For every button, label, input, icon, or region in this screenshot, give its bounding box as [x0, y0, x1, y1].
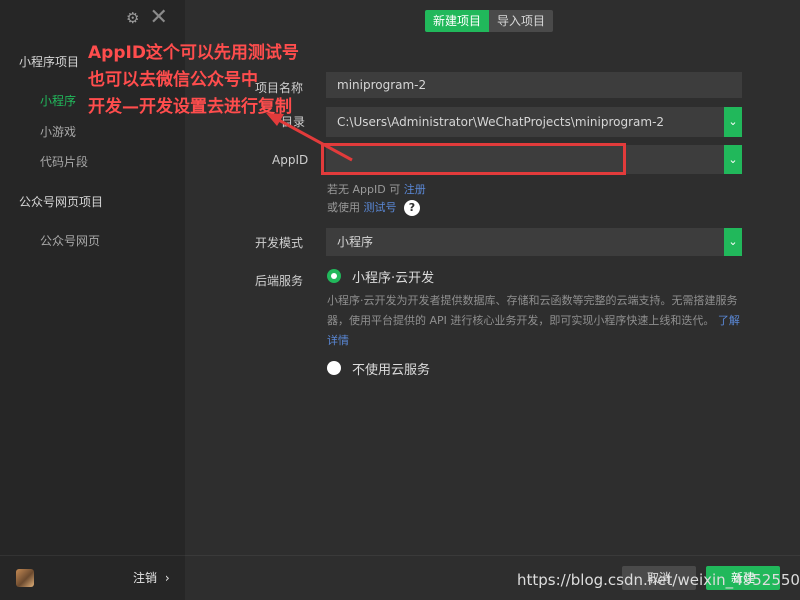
annotation-line-2: 也可以去微信公众号中: [88, 70, 258, 90]
annotation-text: AppID这个可以先用测试号 也可以去微信公众号中 开发—开发设置去进行复制: [88, 40, 299, 121]
annotation-line-3: 开发—开发设置去进行复制: [88, 97, 292, 117]
appid-highlight-box: [321, 143, 626, 175]
watermark: https://blog.csdn.net/weixin_49525503: [517, 571, 800, 589]
annotation-line-1: AppID这个可以先用测试号: [88, 43, 299, 63]
